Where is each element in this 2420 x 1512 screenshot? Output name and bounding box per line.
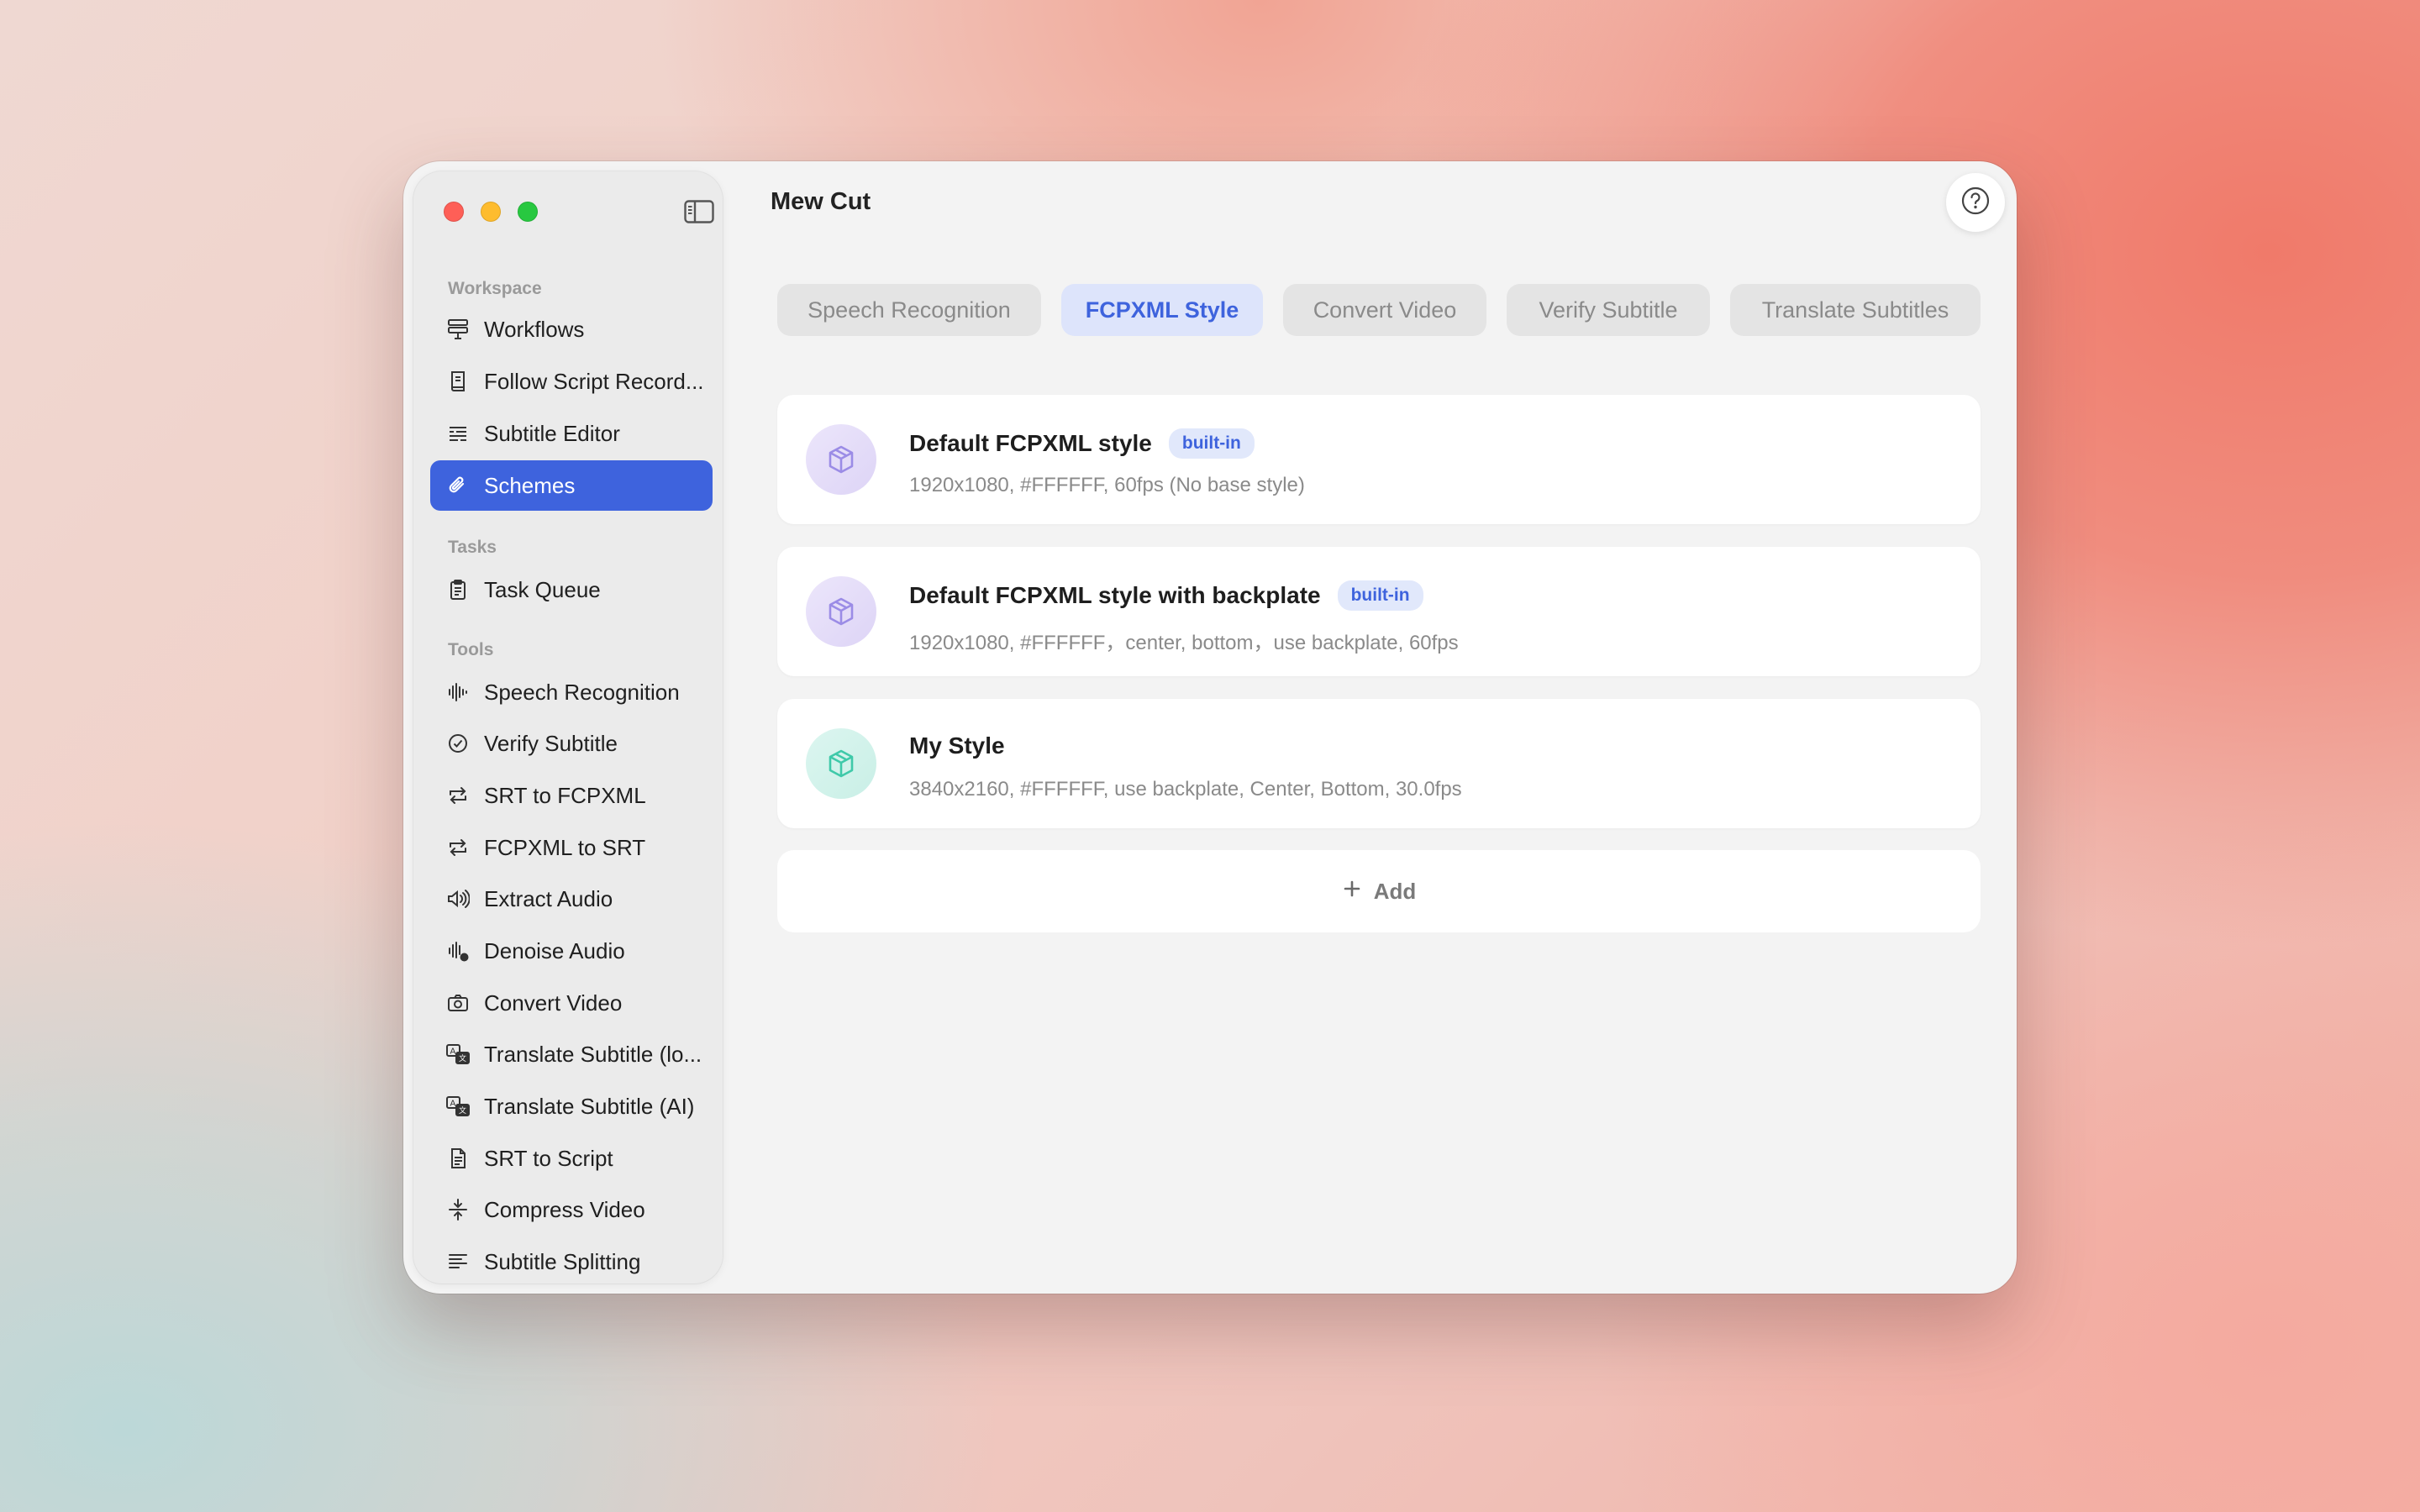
page-title: Mew Cut xyxy=(771,188,871,215)
speaker-icon xyxy=(445,886,471,911)
sidebar-toggle-icon[interactable] xyxy=(684,200,714,223)
tab-translate-subtitles[interactable]: Translate Subtitles xyxy=(1730,284,1981,336)
sidebar-item-follow-script-record[interactable]: Follow Script Record... xyxy=(430,356,713,407)
checkmark-circle-icon xyxy=(445,731,471,756)
scheme-name: Default FCPXML style xyxy=(909,430,1152,456)
denoise-waveform-icon xyxy=(445,938,471,963)
sidebar-item-task-queue[interactable]: Task Queue xyxy=(430,564,713,615)
sidebar-item-label: Task Queue xyxy=(484,576,601,602)
svg-text:A: A xyxy=(450,1047,456,1057)
tab-fcpxml-style[interactable]: FCPXML Style xyxy=(1061,284,1263,336)
sidebar-item-denoise-audio[interactable]: Denoise Audio xyxy=(430,926,713,976)
window-controls xyxy=(444,202,538,222)
built-in-badge: built-in xyxy=(1168,428,1255,459)
tab-verify-subtitle[interactable]: Verify Subtitle xyxy=(1507,284,1710,336)
scheme-description: 3840x2160, #FFFFFF, use backplate, Cente… xyxy=(909,778,1462,801)
minimize-window-button[interactable] xyxy=(481,202,501,222)
scheme-name: My Style xyxy=(909,732,1005,759)
cube-icon xyxy=(806,424,876,495)
sidebar-item-schemes[interactable]: Schemes xyxy=(430,460,713,511)
sidebar-item-label: Subtitle Editor xyxy=(484,420,620,446)
sidebar-item-label: Denoise Audio xyxy=(484,937,625,963)
sidebar-item-subtitle-editor[interactable]: Subtitle Editor xyxy=(430,408,713,459)
svg-text:文: 文 xyxy=(459,1053,466,1063)
scheme-card-default[interactable]: Default FCPXML style built-in 1920x1080,… xyxy=(777,395,1981,524)
sidebar-item-label: SRT to FCPXML xyxy=(484,782,646,808)
cube-icon xyxy=(806,576,876,647)
scheme-description: 1920x1080, #FFFFFF, 60fps (No base style… xyxy=(909,474,1305,496)
sidebar-item-label: SRT to Script xyxy=(484,1145,613,1171)
script-book-icon xyxy=(445,369,471,394)
svg-text:文: 文 xyxy=(459,1105,466,1116)
scheme-card-default-backplate[interactable]: Default FCPXML style with backplate buil… xyxy=(777,547,1981,676)
sidebar-item-label: Convert Video xyxy=(484,990,623,1016)
sidebar-item-compress-video[interactable]: Compress Video xyxy=(430,1184,713,1235)
workflows-icon xyxy=(445,317,471,342)
scheme-name-row: My Style xyxy=(909,732,1005,759)
app-window: Workspace Workflows Follow Script Record… xyxy=(403,161,2017,1294)
sidebar-item-srt-to-script[interactable]: SRT to Script xyxy=(430,1133,713,1184)
sidebar-item-workflows[interactable]: Workflows xyxy=(430,304,713,354)
plus-icon xyxy=(1342,879,1362,905)
sidebar-item-fcpxml-to-srt[interactable]: FCPXML to SRT xyxy=(430,822,713,873)
tab-speech-recognition[interactable]: Speech Recognition xyxy=(777,284,1041,336)
add-scheme-button[interactable]: Add xyxy=(777,850,1981,932)
sidebar-item-label: Translate Subtitle (AI) xyxy=(484,1093,695,1119)
clipboard-icon xyxy=(445,577,471,602)
sidebar-item-label: Translate Subtitle (lo... xyxy=(484,1041,702,1067)
scheme-name-row: Default FCPXML style with backplate buil… xyxy=(909,580,1423,611)
subtitle-lines-icon xyxy=(445,421,471,446)
built-in-badge: built-in xyxy=(1337,580,1423,611)
sidebar-item-label: Verify Subtitle xyxy=(484,730,618,756)
camera-icon xyxy=(445,990,471,1016)
sidebar-item-label: Subtitle Splitting xyxy=(484,1248,641,1274)
close-window-button[interactable] xyxy=(444,202,464,222)
cube-icon xyxy=(806,728,876,799)
sidebar-item-subtitle-splitting[interactable]: Subtitle Splitting xyxy=(430,1236,713,1287)
scheme-name-row: Default FCPXML style built-in xyxy=(909,428,1255,459)
sidebar-item-extract-audio[interactable]: Extract Audio xyxy=(430,874,713,924)
sidebar-item-translate-subtitle-ai[interactable]: A文 Translate Subtitle (AI) xyxy=(430,1081,713,1131)
translate-icon: A文 xyxy=(445,1094,471,1119)
paperclip-icon xyxy=(445,473,471,498)
add-label: Add xyxy=(1373,878,1417,904)
section-label-tools: Tools xyxy=(448,640,494,659)
document-icon xyxy=(445,1146,471,1171)
convert-arrows-icon xyxy=(445,835,471,860)
sidebar: Workspace Workflows Follow Script Record… xyxy=(413,171,723,1284)
sidebar-item-label: Compress Video xyxy=(484,1196,645,1222)
sidebar-item-verify-subtitle[interactable]: Verify Subtitle xyxy=(430,718,713,769)
sidebar-item-label: Workflows xyxy=(484,316,585,342)
sidebar-item-convert-video[interactable]: Convert Video xyxy=(430,978,713,1028)
scheme-name: Default FCPXML style with backplate xyxy=(909,582,1321,608)
waveform-icon xyxy=(445,680,471,705)
sidebar-item-speech-recognition[interactable]: Speech Recognition xyxy=(430,667,713,717)
tab-convert-video[interactable]: Convert Video xyxy=(1283,284,1486,336)
sidebar-item-label: FCPXML to SRT xyxy=(484,834,646,860)
section-label-tasks: Tasks xyxy=(448,538,497,557)
question-mark-icon xyxy=(1960,186,1991,220)
help-button[interactable] xyxy=(1946,173,2005,232)
section-label-workspace: Workspace xyxy=(448,279,542,298)
scheme-description: 1920x1080, #FFFFFF，center, bottom，use ba… xyxy=(909,632,1459,654)
sidebar-item-translate-subtitle-local[interactable]: A文 Translate Subtitle (lo... xyxy=(430,1029,713,1079)
convert-arrows-icon xyxy=(445,783,471,808)
compress-icon xyxy=(445,1197,471,1222)
sidebar-item-label: Schemes xyxy=(484,472,576,498)
scheme-card-my-style[interactable]: My Style 3840x2160, #FFFFFF, use backpla… xyxy=(777,699,1981,828)
sidebar-item-label: Speech Recognition xyxy=(484,679,680,705)
sidebar-item-srt-to-fcpxml[interactable]: SRT to FCPXML xyxy=(430,770,713,821)
zoom-window-button[interactable] xyxy=(518,202,538,222)
text-align-icon xyxy=(445,1249,471,1274)
sidebar-item-label: Extract Audio xyxy=(484,885,613,911)
translate-icon: A文 xyxy=(445,1042,471,1067)
sidebar-item-label: Follow Script Record... xyxy=(484,368,704,394)
svg-text:A: A xyxy=(450,1100,456,1109)
